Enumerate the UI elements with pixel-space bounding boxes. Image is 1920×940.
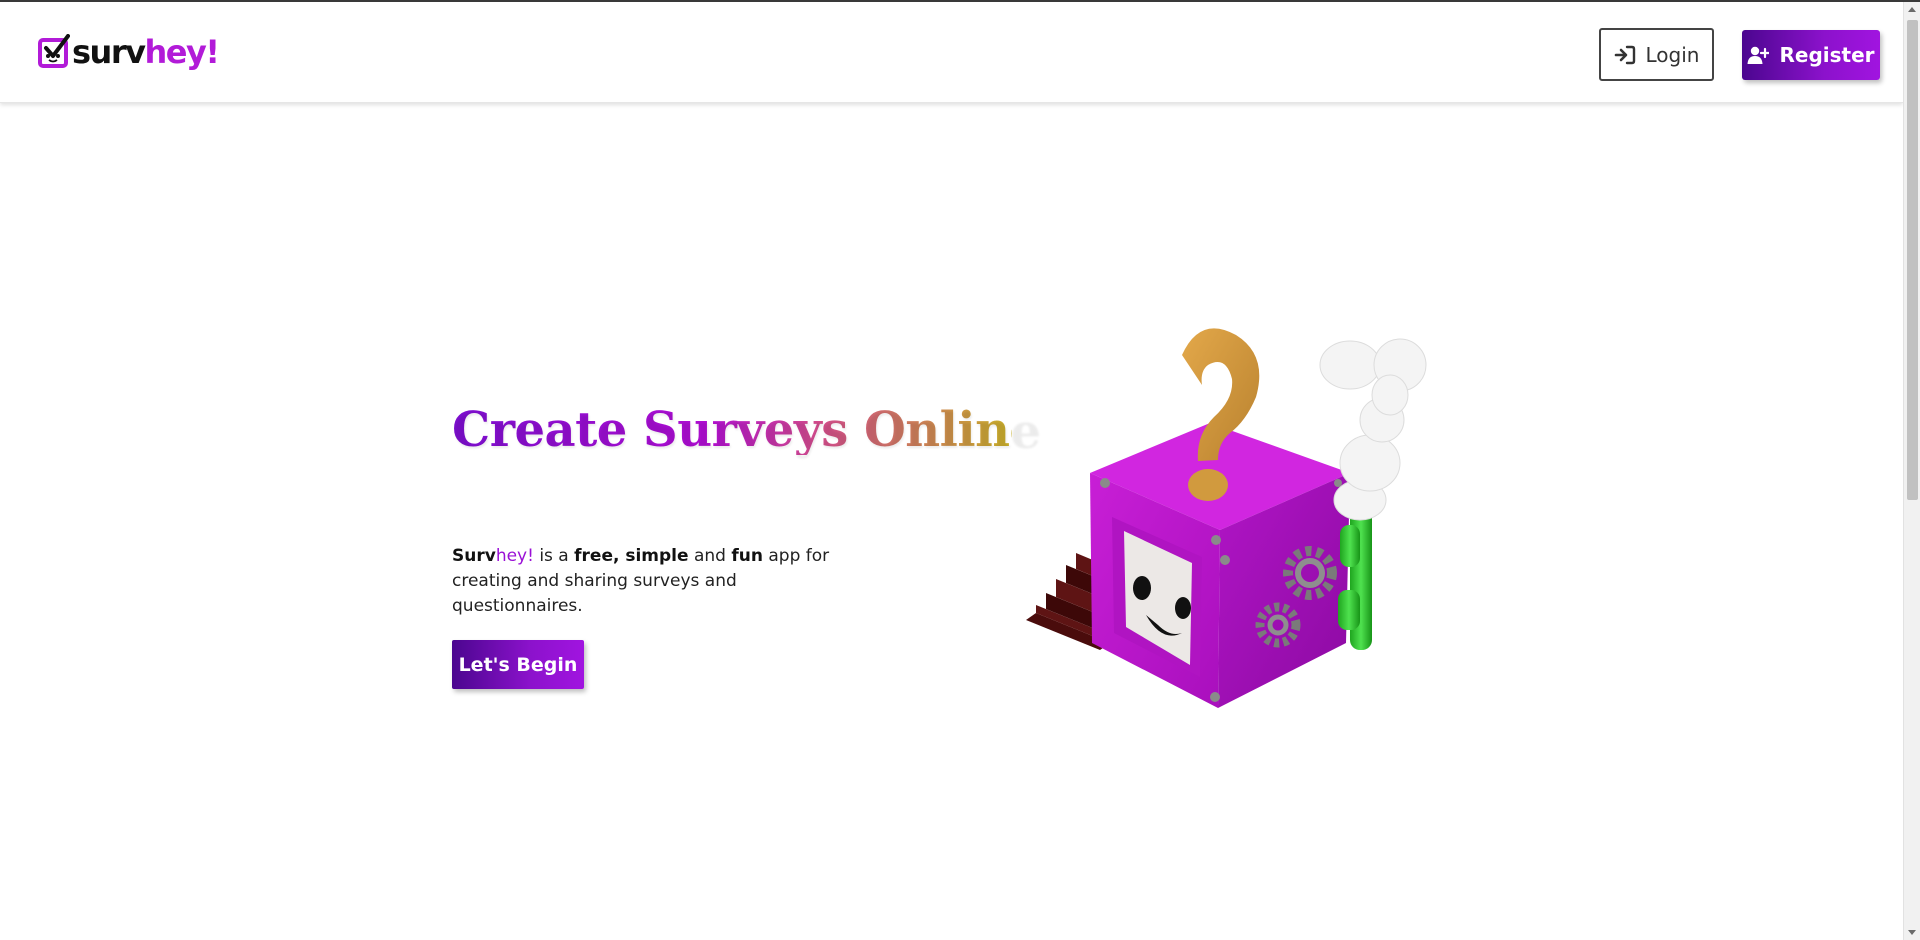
desc-text-2: and [688,546,732,566]
scroll-down-arrow-icon[interactable] [1908,930,1916,935]
login-label: Login [1645,42,1700,67]
logo[interactable]: survhey! [38,28,220,76]
hero-title: Create Surveys Online [452,402,1040,458]
logo-text-part2: hey! [144,33,219,71]
lets-begin-button[interactable]: Let's Begin [452,640,584,689]
brand-name-part2: hey! [495,546,534,566]
hero-description: Survhey! is a free, simple and fun app f… [452,544,872,619]
survey-box-mascot-illustration [1026,328,1427,708]
desc-bold-1: free, simple [574,546,689,566]
scrollbar-thumb[interactable] [1907,20,1918,500]
page-scrollbar[interactable] [1903,2,1920,940]
logo-text: survhey! [72,33,220,71]
desc-bold-2: fun [731,546,763,566]
desc-text-1: is a [533,546,575,566]
lets-begin-label: Let's Begin [458,653,578,676]
checkbox-face-icon [38,34,70,68]
brand-name-part1: Surv [452,546,496,566]
scroll-up-arrow-icon[interactable] [1908,7,1916,12]
user-plus-icon [1747,46,1770,64]
smoke [1319,338,1427,521]
register-button[interactable]: Register [1742,30,1880,80]
login-button[interactable]: Login [1599,28,1714,81]
sign-in-icon [1614,45,1635,64]
site-header: survhey! Login Register [0,2,1903,103]
logo-text-part1: surv [72,33,146,71]
register-label: Register [1779,43,1875,67]
